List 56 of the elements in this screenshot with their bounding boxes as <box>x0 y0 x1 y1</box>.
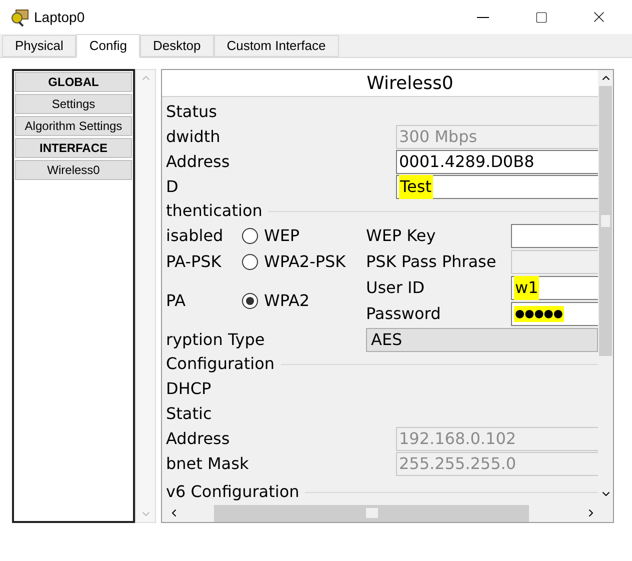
tab[interactable]: Desktop <box>140 35 214 57</box>
field-label: bnet Mask <box>166 452 250 474</box>
field-value: 0001.4289.D0B8 <box>399 150 534 172</box>
radio-button[interactable] <box>242 293 258 309</box>
field-value: 255.255.255.0 <box>399 452 516 474</box>
window-title: Laptop0 <box>34 8 85 27</box>
section-title: thentication <box>166 200 262 222</box>
tab[interactable]: Config <box>76 34 140 58</box>
radio-label: WPA2 <box>264 290 310 312</box>
minimize-icon <box>477 16 489 18</box>
scroll-thumb[interactable] <box>599 86 612 356</box>
text-field[interactable] <box>511 224 598 248</box>
radio-label: WEP <box>264 225 300 247</box>
field-label: User ID <box>366 277 426 299</box>
radio-button[interactable] <box>242 254 258 270</box>
grip-icon <box>601 215 610 227</box>
sidebar-header[interactable]: GLOBAL <box>15 72 132 92</box>
field-value: 300 Mbps <box>399 126 478 148</box>
option-label: PA-PSK <box>166 251 222 273</box>
laptop-app-icon <box>10 7 30 27</box>
section-title: Configuration <box>166 353 275 375</box>
sidebar-item[interactable]: Wireless0 <box>15 160 132 180</box>
field-label: dwidth <box>166 126 222 148</box>
radio-button[interactable] <box>242 228 258 244</box>
option-label: isabled <box>166 225 224 247</box>
option-label: Static <box>166 402 212 424</box>
scroll-thumb[interactable] <box>214 504 529 522</box>
field-label: Password <box>366 303 442 325</box>
option-label: DHCP <box>166 378 212 400</box>
password-field[interactable]: ●●●●● <box>511 302 598 326</box>
text-field[interactable]: w1 <box>511 276 598 300</box>
field-label: Address <box>166 428 231 450</box>
panel-title: Wireless0 <box>366 72 454 96</box>
tab[interactable]: Custom Interface <box>214 35 339 57</box>
text-field[interactable]: 0001.4289.D0B8 <box>396 150 598 174</box>
field-value: 192.168.0.102 <box>399 428 516 450</box>
radio-label: WPA2-PSK <box>264 251 346 273</box>
field-label: WEP Key <box>366 225 437 247</box>
sidebar-item[interactable]: Algorithm Settings <box>15 116 132 136</box>
field-label: Status <box>166 100 217 122</box>
tab[interactable]: Physical <box>2 35 76 57</box>
field-value: ●●●●● <box>514 306 564 322</box>
option-label: PA <box>166 290 187 312</box>
sidebar-header[interactable]: INTERFACE <box>15 138 132 158</box>
maximize-icon <box>534 10 548 24</box>
sidebar-item[interactable]: Settings <box>15 94 132 114</box>
field-value: Test <box>399 174 433 198</box>
grip-icon <box>366 508 378 518</box>
field-label: Address <box>166 150 231 172</box>
field-label: ryption Type <box>166 328 266 350</box>
text-field[interactable]: Test <box>396 174 598 198</box>
section-title: v6 Configuration <box>166 481 300 503</box>
field-label: PSK Pass Phrase <box>366 251 498 273</box>
field-label: D <box>166 176 180 198</box>
dropdown[interactable]: AES <box>366 328 598 352</box>
field-value: w1 <box>514 276 540 300</box>
